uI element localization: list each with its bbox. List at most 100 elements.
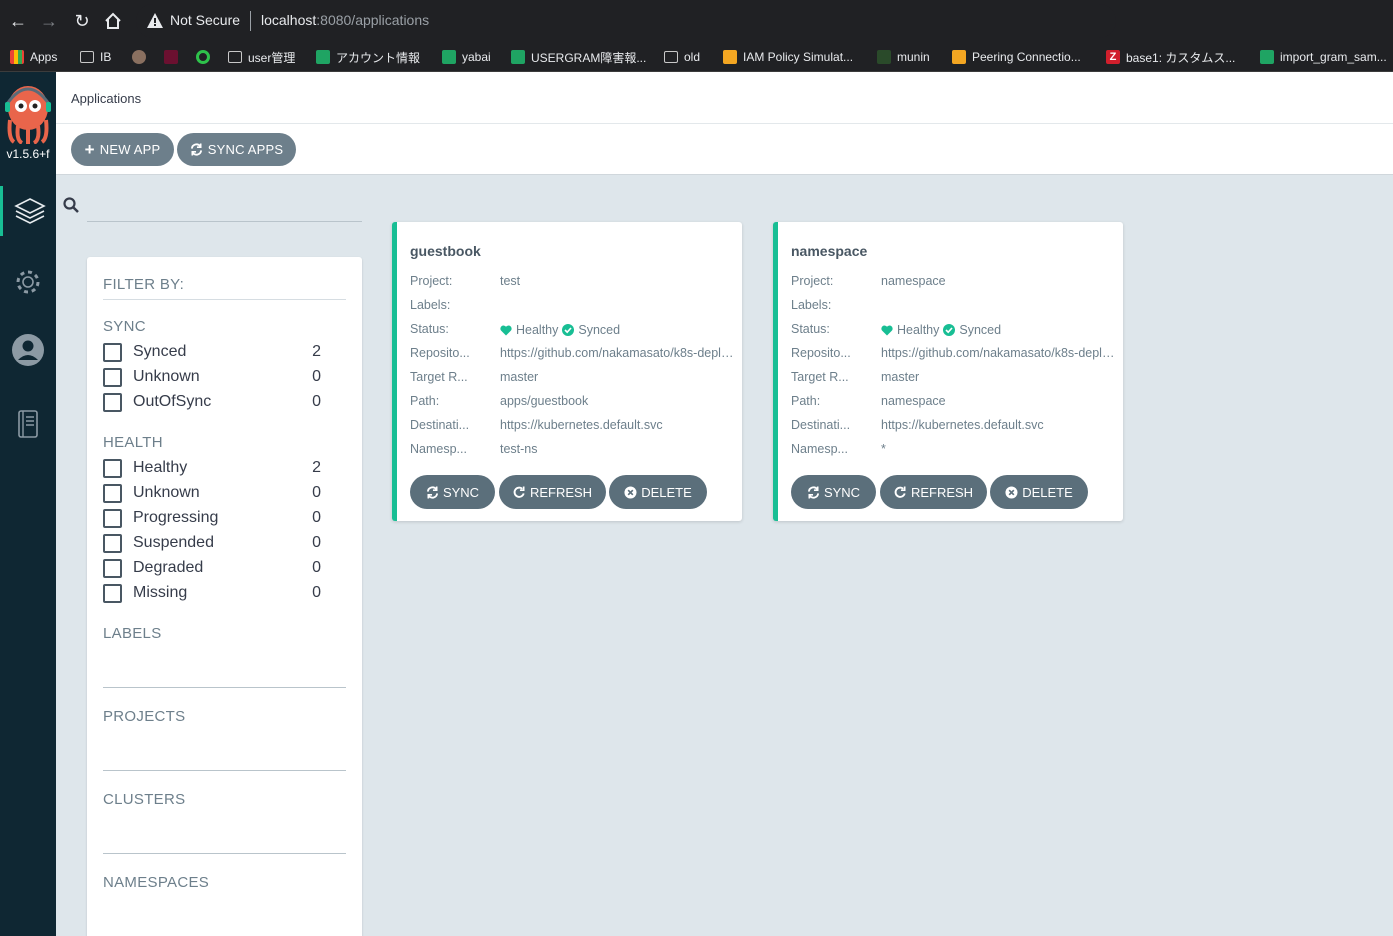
filter-section-sync: SYNC: [103, 318, 146, 335]
field-label: Project:: [410, 274, 453, 288]
bookmark-base1[interactable]: Zbase1: カスタムス...: [1106, 46, 1235, 68]
check-circle-icon: [943, 324, 956, 336]
home-icon[interactable]: [101, 9, 125, 33]
bookmark-account-info[interactable]: アカウント情報: [316, 46, 420, 68]
bookmark-profile[interactable]: [132, 46, 152, 68]
page-header: Applications: [56, 72, 1393, 124]
new-app-button[interactable]: + NEW APP: [71, 133, 174, 166]
bookmark-maroon[interactable]: [164, 46, 184, 68]
filter-sync-outofsync[interactable]: OutOfSync 0: [103, 391, 321, 413]
bookmark-old[interactable]: old: [664, 46, 700, 68]
filter-label: Suspended: [133, 534, 214, 551]
bookmark-label: yabai: [462, 50, 491, 64]
sidebar-item-settings[interactable]: [0, 257, 56, 307]
app-card-namespace[interactable]: namespace Project: namespace Labels: Stat…: [773, 222, 1123, 521]
sync-apps-label: SYNC APPS: [207, 142, 284, 157]
filter-health-healthy[interactable]: Healthy 2: [103, 457, 321, 479]
checkbox[interactable]: [103, 533, 122, 553]
sync-apps-button[interactable]: SYNC APPS: [177, 133, 296, 166]
reload-icon[interactable]: ↻: [70, 9, 94, 33]
projects-filter-input[interactable]: [103, 770, 346, 771]
check-circle-icon: [562, 324, 575, 336]
forward-arrow-icon[interactable]: →: [37, 9, 61, 33]
filter-count: 0: [312, 484, 321, 501]
app-project-row: Project: test: [410, 274, 740, 290]
checkbox[interactable]: [103, 342, 122, 362]
bookmark-iam[interactable]: IAM Policy Simulat...: [723, 46, 853, 68]
app-namespace-row: Namesp... test-ns: [410, 442, 740, 458]
filter-health-progressing[interactable]: Progressing 0: [103, 507, 321, 529]
app-namespace-row: Namesp... *: [791, 442, 1121, 458]
url-text[interactable]: localhost:8080/applications: [261, 12, 429, 28]
filter-sync-unknown[interactable]: Unknown 0: [103, 366, 321, 388]
filter-health-unknown[interactable]: Unknown 0: [103, 482, 321, 504]
times-circle-icon: [1005, 485, 1018, 499]
delete-button[interactable]: DELETE: [990, 475, 1088, 509]
sidebar-item-user-info[interactable]: [0, 325, 56, 375]
filter-section-health: HEALTH: [103, 434, 163, 451]
filter-count: 0: [312, 584, 321, 601]
checkbox[interactable]: [103, 508, 122, 528]
checkbox[interactable]: [103, 367, 122, 387]
url-divider: [250, 11, 251, 31]
health-status: Healthy: [897, 323, 940, 337]
app-namespace: test-ns: [500, 442, 538, 456]
app-destination-row: Destinati... https://kubernetes.default.s…: [791, 418, 1121, 434]
field-label: Reposito...: [791, 346, 851, 360]
filter-section-clusters: CLUSTERS: [103, 791, 186, 808]
filter-health-missing[interactable]: Missing 0: [103, 582, 321, 604]
app-target-revision: master: [500, 370, 539, 384]
app-status-row: Status: Healthy Synced: [791, 322, 1121, 338]
delete-label: DELETE: [641, 484, 692, 500]
refresh-button[interactable]: REFRESH: [499, 475, 606, 509]
security-status[interactable]: Not Secure: [170, 12, 240, 28]
bookmark-label: user管理: [248, 50, 296, 65]
field-label: Target R...: [791, 370, 849, 384]
checkbox[interactable]: [103, 483, 122, 503]
app-status: Healthy Synced: [500, 322, 740, 338]
bookmark-label: import_gram_sam...: [1280, 50, 1387, 64]
warning-triangle-icon[interactable]: [146, 12, 164, 30]
bookmark-usergram[interactable]: USERGRAM障害報...: [511, 46, 646, 68]
app-name[interactable]: namespace: [791, 243, 867, 259]
filter-health-degraded[interactable]: Degraded 0: [103, 557, 321, 579]
checkbox[interactable]: [103, 392, 122, 412]
app-name[interactable]: guestbook: [410, 243, 481, 259]
sync-button[interactable]: SYNC: [410, 475, 495, 509]
checkbox[interactable]: [103, 583, 122, 603]
clusters-filter-input[interactable]: [103, 853, 346, 854]
filter-sync-synced[interactable]: Synced 2: [103, 341, 321, 363]
field-label: Path:: [791, 394, 821, 408]
filter-label: OutOfSync: [133, 393, 212, 410]
sidebar-item-docs[interactable]: [0, 399, 56, 449]
filter-count: 2: [312, 459, 321, 476]
bookmark-peering[interactable]: Peering Connectio...: [952, 46, 1081, 68]
argo-logo-icon[interactable]: [4, 82, 52, 144]
app-card-guestbook[interactable]: guestbook Project: test Labels: Status: H…: [392, 222, 742, 521]
app-path-row: Path: namespace: [791, 394, 1121, 410]
bookmark-yabai[interactable]: yabai: [442, 46, 491, 68]
profile-avatar-icon: [132, 50, 146, 64]
checkbox[interactable]: [103, 458, 122, 478]
bookmark-munin[interactable]: munin: [877, 46, 930, 68]
field-label: Labels:: [791, 298, 832, 312]
back-arrow-icon[interactable]: ←: [6, 9, 30, 33]
bookmark-user-kanri[interactable]: user管理: [228, 46, 295, 68]
sidebar-item-applications[interactable]: [0, 186, 56, 236]
bookmark-import-gram[interactable]: import_gram_sam...: [1260, 46, 1387, 68]
sync-button[interactable]: SYNC: [791, 475, 876, 509]
refresh-button[interactable]: REFRESH: [880, 475, 987, 509]
filter-label: Degraded: [133, 559, 204, 576]
checkbox[interactable]: [103, 558, 122, 578]
app-labels: [500, 298, 740, 314]
delete-button[interactable]: DELETE: [609, 475, 707, 509]
bookmark-ib[interactable]: IB: [80, 46, 111, 68]
maroon-site-icon: [164, 50, 178, 64]
filter-health-suspended[interactable]: Suspended 0: [103, 532, 321, 554]
apps-grid-icon: [10, 50, 24, 64]
bookmark-apps[interactable]: Apps: [10, 46, 57, 68]
search-input[interactable]: [87, 190, 362, 222]
sync-icon: [190, 143, 202, 156]
bookmark-green[interactable]: [196, 46, 216, 68]
labels-filter-input[interactable]: [103, 687, 346, 688]
